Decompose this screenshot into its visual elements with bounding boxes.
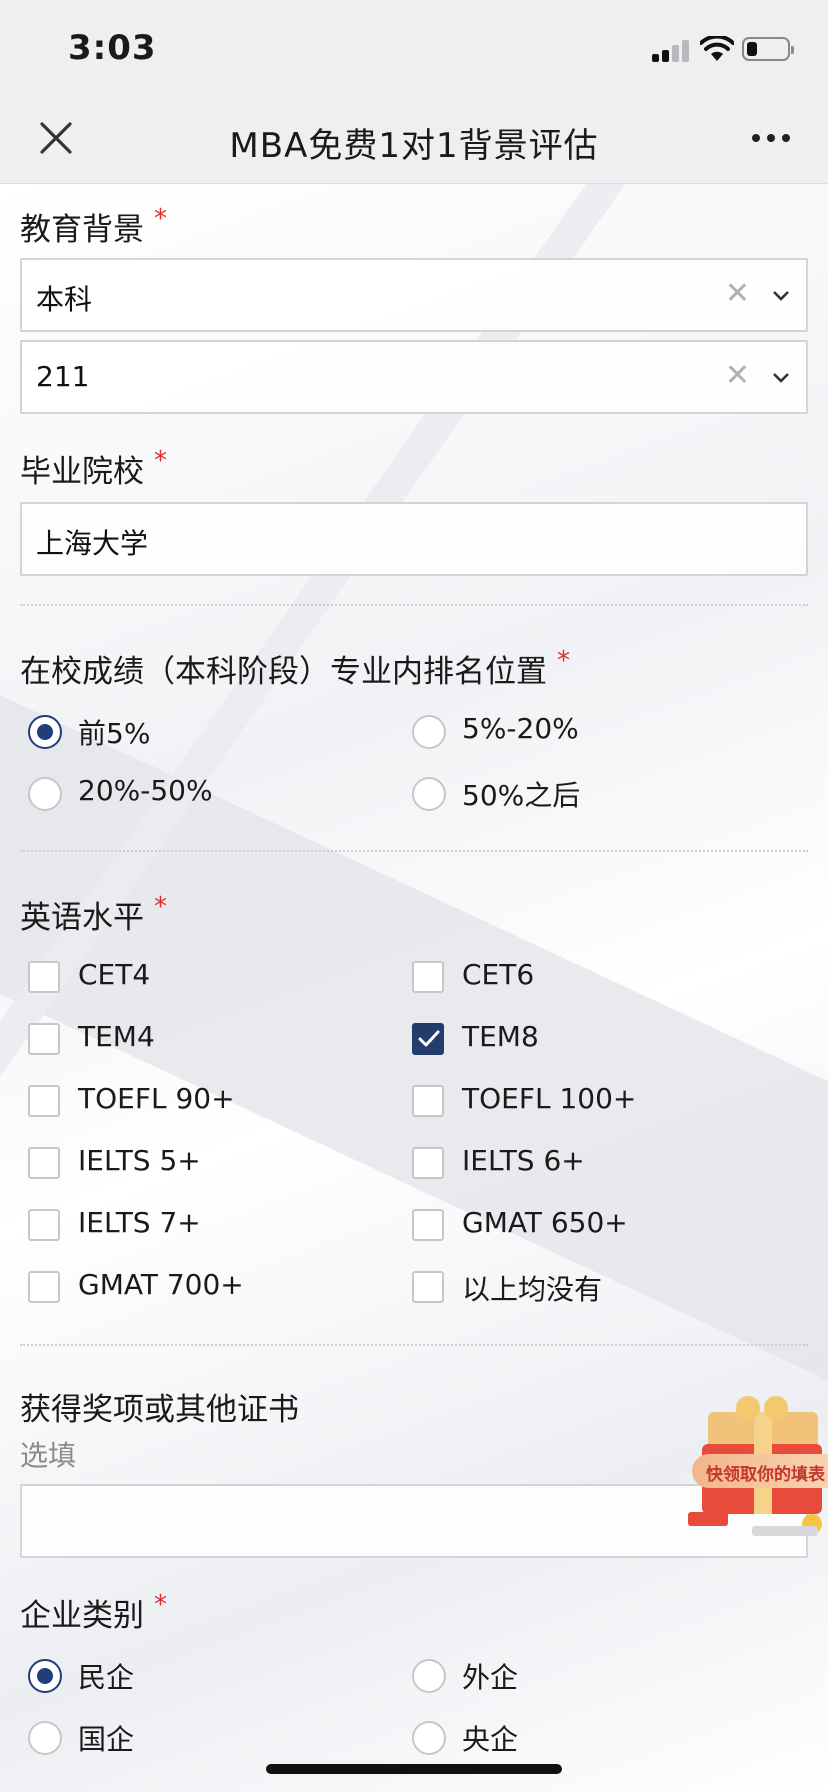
- company-type-label: 企业类别 *: [20, 1590, 167, 1634]
- radio-button[interactable]: [28, 777, 62, 811]
- page-title: MBA免费1对1背景评估: [229, 126, 599, 166]
- required-asterisk: *: [154, 1590, 167, 1620]
- checkbox[interactable]: [412, 1209, 444, 1241]
- wifi-icon: [700, 36, 734, 61]
- clear-icon[interactable]: ✕: [725, 358, 750, 393]
- checkbox[interactable]: [412, 961, 444, 993]
- status-time: 3:03: [68, 28, 157, 68]
- checkbox[interactable]: [28, 1271, 60, 1303]
- education-label: 教育背景 *: [20, 204, 167, 248]
- checkmark-icon: [418, 1030, 440, 1047]
- radio-button[interactable]: [412, 1659, 446, 1693]
- english-label: 英语水平 *: [20, 892, 167, 936]
- promo-gift-badge[interactable]: 快领取你的填表: [672, 1384, 828, 1552]
- ranking-label: 在校成绩（本科阶段）专业内排名位置 *: [20, 646, 570, 690]
- degree-select[interactable]: 本科 ✕: [20, 258, 808, 332]
- degree-value: 本科: [36, 283, 93, 316]
- awards-label: 获得奖项或其他证书: [20, 1392, 299, 1428]
- checkbox[interactable]: [412, 1147, 444, 1179]
- section-divider: [20, 604, 808, 606]
- checkbox[interactable]: [28, 961, 60, 993]
- checkbox[interactable]: [28, 1209, 60, 1241]
- home-indicator: [266, 1764, 562, 1774]
- required-asterisk: *: [154, 892, 167, 922]
- radio-button[interactable]: [412, 777, 446, 811]
- school-tier-select[interactable]: 211 ✕: [20, 340, 808, 414]
- radio-button[interactable]: [28, 1721, 62, 1755]
- section-divider: [20, 850, 808, 852]
- section-divider: [20, 1344, 808, 1346]
- radio-button[interactable]: [412, 715, 446, 749]
- battery-icon: [742, 37, 794, 61]
- chevron-down-icon[interactable]: [772, 290, 790, 302]
- chevron-down-icon[interactable]: [772, 372, 790, 384]
- optional-hint: 选填: [20, 1439, 77, 1472]
- checkbox[interactable]: [412, 1271, 444, 1303]
- radio-button[interactable]: [412, 1721, 446, 1755]
- nav-bar: MBA免费1对1背景评估: [0, 96, 828, 184]
- checkbox[interactable]: [28, 1023, 60, 1055]
- checkbox[interactable]: [28, 1085, 60, 1117]
- cellular-signal-icon: [652, 38, 689, 62]
- required-asterisk: *: [154, 446, 167, 476]
- school-input[interactable]: 上海大学: [20, 502, 808, 576]
- required-asterisk: *: [154, 204, 167, 234]
- required-asterisk: *: [557, 646, 570, 676]
- school-tier-value: 211: [36, 360, 90, 393]
- radio-button[interactable]: [28, 1659, 62, 1693]
- school-label: 毕业院校 *: [20, 446, 167, 490]
- status-bar: 3:03: [0, 0, 828, 96]
- clear-icon[interactable]: ✕: [725, 276, 750, 311]
- radio-button[interactable]: [28, 715, 62, 749]
- promo-label: 快领取你的填表: [692, 1454, 828, 1488]
- checkbox[interactable]: [412, 1085, 444, 1117]
- more-options-icon[interactable]: [752, 132, 792, 146]
- checkbox[interactable]: [412, 1023, 444, 1055]
- school-value: 上海大学: [36, 527, 149, 560]
- checkbox[interactable]: [28, 1147, 60, 1179]
